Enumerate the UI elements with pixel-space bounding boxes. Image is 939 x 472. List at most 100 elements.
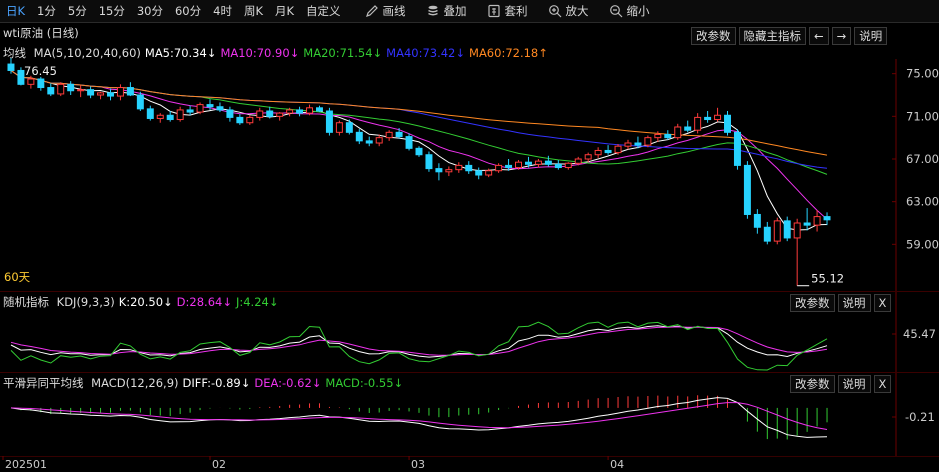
candle [604,145,612,155]
tool-label: 叠加 [443,4,467,18]
candle [475,167,483,180]
macd-panel: 平滑异同平均线 MACD(12,26,9) DIFF:-0.89↓ DEA:-0.6… [0,373,939,456]
j-line [10,321,828,371]
macd-y-tick-label: -0.21 [905,410,935,424]
pencil-icon [365,4,379,18]
period-tab-6[interactable]: 4时 [207,0,238,22]
candle [534,159,542,168]
ma20-line [10,70,828,175]
period-toolbar: 日K 1分 5分 15分 30分 60分 4时 周K 月K 自定义 画线 叠加 套利 放大 缩小 [0,0,939,23]
candle [554,160,562,170]
candle [813,210,821,232]
candle [823,212,831,226]
y-tick-label: 59.00 [906,237,939,251]
x-tick-label: 04 [610,458,624,471]
candle [425,151,433,172]
x-tick-label: 03 [411,458,425,471]
y-tick-label: 75.00 [906,67,939,81]
candle [67,81,75,95]
candle [296,106,304,117]
candle [753,209,761,234]
candle [385,130,393,141]
period-tab-2[interactable]: 5分 [62,0,93,22]
candle [455,162,463,173]
candle [505,159,513,171]
k-line [10,325,828,358]
zoom-in-icon [548,4,562,18]
candle [136,91,144,111]
tool-zoom-in-button[interactable]: 放大 [542,0,595,22]
main-chart-panel: wti原油 (日线) 改参数 隐藏主指标 ← → 说明 均线 MA(5,10,2… [0,23,939,291]
candle [763,221,771,245]
x-tick-label: 202501 [5,458,47,471]
candle [803,208,811,231]
candle [694,113,702,134]
macd-chart[interactable]: -0.21 [0,373,939,456]
candle [57,82,65,97]
x-tick-label: 02 [212,458,226,471]
candle [674,123,682,140]
candle [664,130,672,140]
candle [266,106,274,119]
candle [743,161,751,219]
zoom-out-icon [609,4,623,18]
period-tab-8[interactable]: 月K [269,0,300,22]
candle [793,218,801,286]
tool-stack-button[interactable]: 叠加 [420,0,473,22]
candle [773,217,781,245]
period-tab-5[interactable]: 60分 [169,0,207,22]
tool-label: 缩小 [626,4,650,18]
price-chart[interactable]: 75.00 71.00 67.00 63.00 59.00 76.45 55.12 60天 [0,23,939,291]
tool-pencil-button[interactable]: 画线 [359,0,412,22]
period-tab-0[interactable]: 日K [0,0,31,22]
y-tick-label: 71.00 [906,109,939,123]
candle [733,129,741,170]
candle [87,86,95,99]
candle [107,88,114,101]
candle [196,102,204,115]
tool-label: 画线 [382,4,406,18]
kdj-y-tick-label: 45.47 [903,327,936,341]
candle [236,114,244,125]
candle [315,105,323,113]
diff-line [10,397,828,438]
candle [37,76,45,91]
y-tick-label: 63.00 [906,195,939,209]
candle [126,82,134,97]
candle [435,163,443,181]
candle [176,106,184,122]
candle [146,105,154,121]
period-tab-9[interactable]: 自定义 [300,0,347,22]
period-tab-1[interactable]: 1分 [31,0,62,22]
period-tab-3[interactable]: 15分 [93,0,131,22]
low-price-label: 55.12 [811,272,844,286]
arbitrage-icon [487,4,501,18]
candle [644,135,652,148]
stack-icon [426,4,440,18]
period-tab-4[interactable]: 30分 [131,0,169,22]
candle [166,111,174,122]
tool-label: 套利 [504,4,528,18]
candle [544,155,552,167]
candle [724,111,731,136]
kdj-chart[interactable]: 45.47 [0,292,939,372]
high-price-label: 76.45 [24,64,57,78]
tool-arbitrage-button[interactable]: 套利 [481,0,534,22]
candle [97,91,105,100]
candle [405,133,413,151]
candle [495,163,503,173]
y-tick-label: 67.00 [906,152,939,166]
candle [226,106,234,122]
candle [335,120,343,136]
candle [156,113,164,123]
candle [594,147,602,158]
tool-zoom-out-button[interactable]: 缩小 [603,0,656,22]
candle [375,134,383,147]
candle [704,111,712,123]
candle [77,85,85,98]
candle [465,161,473,174]
period-tab-7[interactable]: 周K [238,0,269,22]
candle [355,129,363,145]
candle [783,216,791,242]
candle [564,162,572,170]
